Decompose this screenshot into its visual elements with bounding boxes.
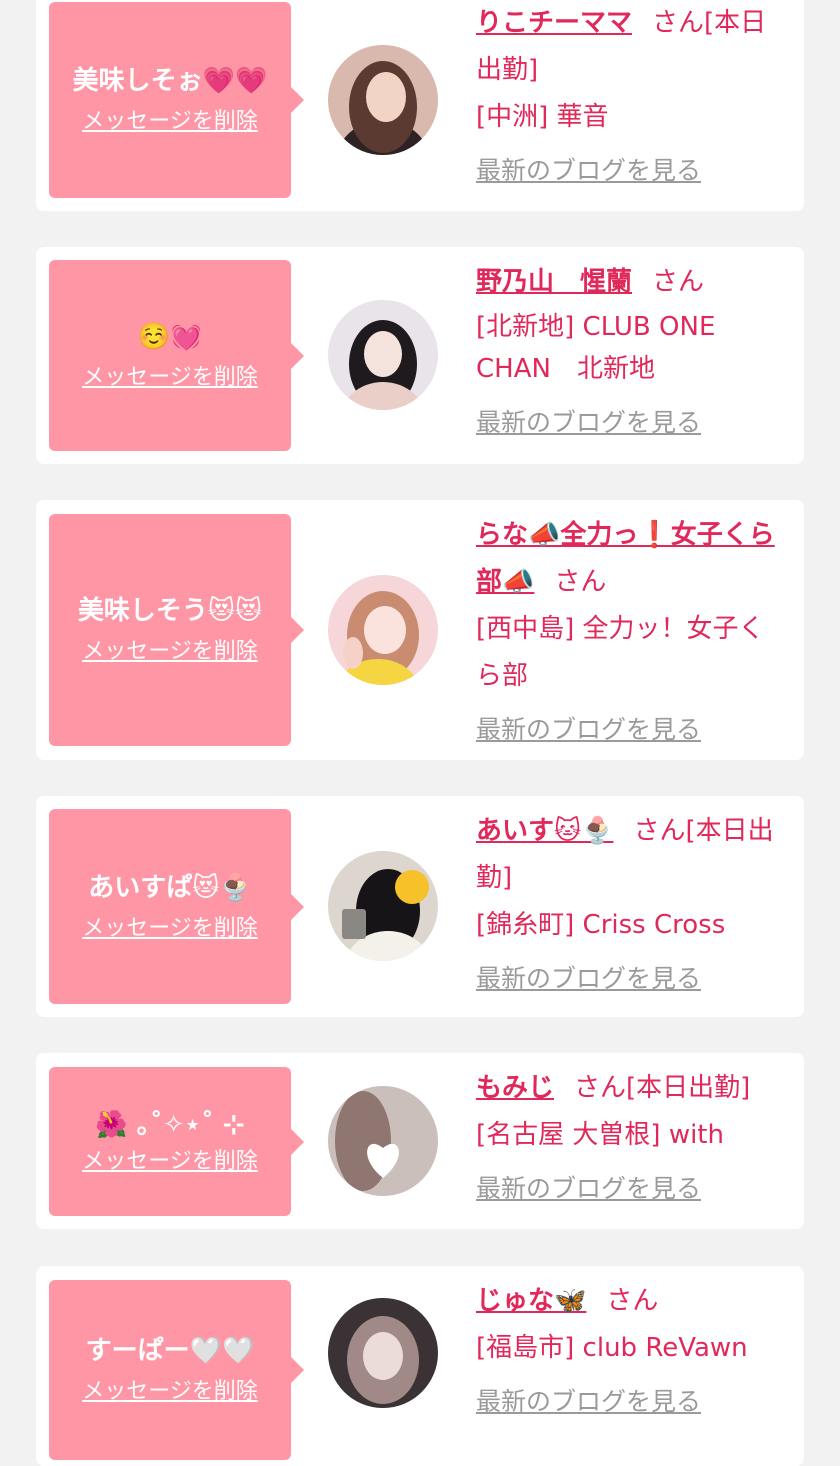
message-bubble: ☺️💓 メッセージを削除 <box>49 260 304 451</box>
blog-link[interactable]: 最新のブログを見る <box>476 710 701 750</box>
shop-text: [名古屋 大曽根] with <box>476 1120 724 1150</box>
list-item: ☺️💓 メッセージを削除 野乃山 惺蘭 さん [北新地] CLUB ONE CHA… <box>36 247 804 464</box>
message-bubble: 美味しそぉ💗💗 メッセージを削除 <box>49 2 304 198</box>
avatar[interactable] <box>328 1298 438 1408</box>
avatar-photo-icon <box>328 1298 438 1408</box>
shop-text: [北新地] CLUB ONE CHAN 北新地 <box>476 312 716 384</box>
message-list: 美味しそぉ💗💗 メッセージを削除 りこチーママ さん[本日出勤] [中洲] 華音 … <box>0 0 840 1466</box>
blog-link[interactable]: 最新のブログを見る <box>476 151 701 191</box>
message-bubble: あいすぱ😻🍨 メッセージを削除 <box>49 809 304 1004</box>
profile-name-link[interactable]: 野乃山 惺蘭 <box>476 267 632 297</box>
avatar-photo-icon <box>328 1086 438 1196</box>
list-item: 🌺 ｡˚✧⋆˚ ⊹ メッセージを削除 もみじ さん[本日出勤] [名古屋 大曽根]… <box>36 1053 804 1229</box>
profile-info: りこチーママ さん[本日出勤] [中洲] 華音 最新のブログを見る <box>476 0 786 195</box>
profile-suffix: さん <box>554 567 607 597</box>
delete-message-link[interactable]: メッセージを削除 <box>82 364 258 392</box>
message-bubble: すーぱー🤍🤍 メッセージを削除 <box>49 1280 304 1460</box>
message-bubble: 美味しそう😻😻 メッセージを削除 <box>49 514 304 746</box>
profile-name-link[interactable]: りこチーママ <box>476 8 632 38</box>
shop-text: [錦糸町] Criss Cross <box>476 910 726 940</box>
avatar[interactable] <box>328 1086 438 1196</box>
profile-suffix: さん <box>652 267 705 297</box>
profile-info: じゅな🦋 さん [福島市] club ReVawn 最新のブログを見る <box>476 1278 786 1426</box>
delete-message-link[interactable]: メッセージを削除 <box>82 1148 258 1176</box>
profile-info: らな📣全力っ❗️女子くら部📣 さん [西中島] 全力ッ！女子くら部 最新のブログを… <box>476 512 786 754</box>
blog-link[interactable]: 最新のブログを見る <box>476 959 701 999</box>
avatar-photo-icon <box>328 851 438 961</box>
avatar-photo-icon <box>328 300 438 410</box>
message-text: ☺️💓 <box>137 321 203 352</box>
list-item: 美味しそぉ💗💗 メッセージを削除 りこチーママ さん[本日出勤] [中洲] 華音 … <box>36 0 804 211</box>
blog-link[interactable]: 最新のブログを見る <box>476 1382 701 1422</box>
list-item: 美味しそう😻😻 メッセージを削除 らな📣全力っ❗️女子くら部📣 さん [西中島] … <box>36 500 804 760</box>
message-bubble: 🌺 ｡˚✧⋆˚ ⊹ メッセージを削除 <box>49 1067 304 1216</box>
delete-message-link[interactable]: メッセージを削除 <box>82 638 258 666</box>
profile-name-link[interactable]: じゅな🦋 <box>476 1286 586 1316</box>
shop-text: [中洲] 華音 <box>476 102 609 132</box>
message-text: 🌺 ｡˚✧⋆˚ ⊹ <box>95 1109 245 1140</box>
list-item: あいすぱ😻🍨 メッセージを削除 あいす🐱🍨 さん[本日出勤] [錦糸町] Cris… <box>36 796 804 1017</box>
message-text: あいすぱ😻🍨 <box>88 872 252 903</box>
profile-info: あいす🐱🍨 さん[本日出勤] [錦糸町] Criss Cross 最新のブログを見… <box>476 808 786 1003</box>
avatar-photo-icon <box>328 45 438 155</box>
list-item: すーぱー🤍🤍 メッセージを削除 じゅな🦋 さん [福島市] club ReVawn… <box>36 1266 804 1466</box>
profile-suffix: さん[本日出勤] <box>574 1073 751 1103</box>
profile-info: もみじ さん[本日出勤] [名古屋 大曽根] with 最新のブログを見る <box>476 1065 786 1213</box>
delete-message-link[interactable]: メッセージを削除 <box>82 1378 258 1406</box>
message-text: 美味しそう😻😻 <box>77 596 263 626</box>
message-text: すーぱー🤍🤍 <box>85 1336 255 1366</box>
message-text: 美味しそぉ💗💗 <box>72 66 268 96</box>
profile-name-link[interactable]: らな📣全力っ❗️女子くら部📣 <box>476 520 775 597</box>
avatar[interactable] <box>328 851 438 961</box>
blog-link[interactable]: 最新のブログを見る <box>476 1169 701 1209</box>
profile-suffix: さん <box>606 1286 659 1316</box>
delete-message-link[interactable]: メッセージを削除 <box>82 108 258 136</box>
avatar[interactable] <box>328 575 438 685</box>
avatar[interactable] <box>328 300 438 410</box>
avatar-photo-icon <box>328 575 438 685</box>
profile-info: 野乃山 惺蘭 さん [北新地] CLUB ONE CHAN 北新地 最新のブログを… <box>476 259 786 447</box>
avatar[interactable] <box>328 45 438 155</box>
shop-text: [西中島] 全力ッ！女子くら部 <box>476 614 765 691</box>
delete-message-link[interactable]: メッセージを削除 <box>82 915 258 943</box>
profile-name-link[interactable]: あいす🐱🍨 <box>476 816 613 846</box>
blog-link[interactable]: 最新のブログを見る <box>476 403 701 443</box>
shop-text: [福島市] club ReVawn <box>476 1333 748 1363</box>
profile-name-link[interactable]: もみじ <box>476 1073 554 1103</box>
